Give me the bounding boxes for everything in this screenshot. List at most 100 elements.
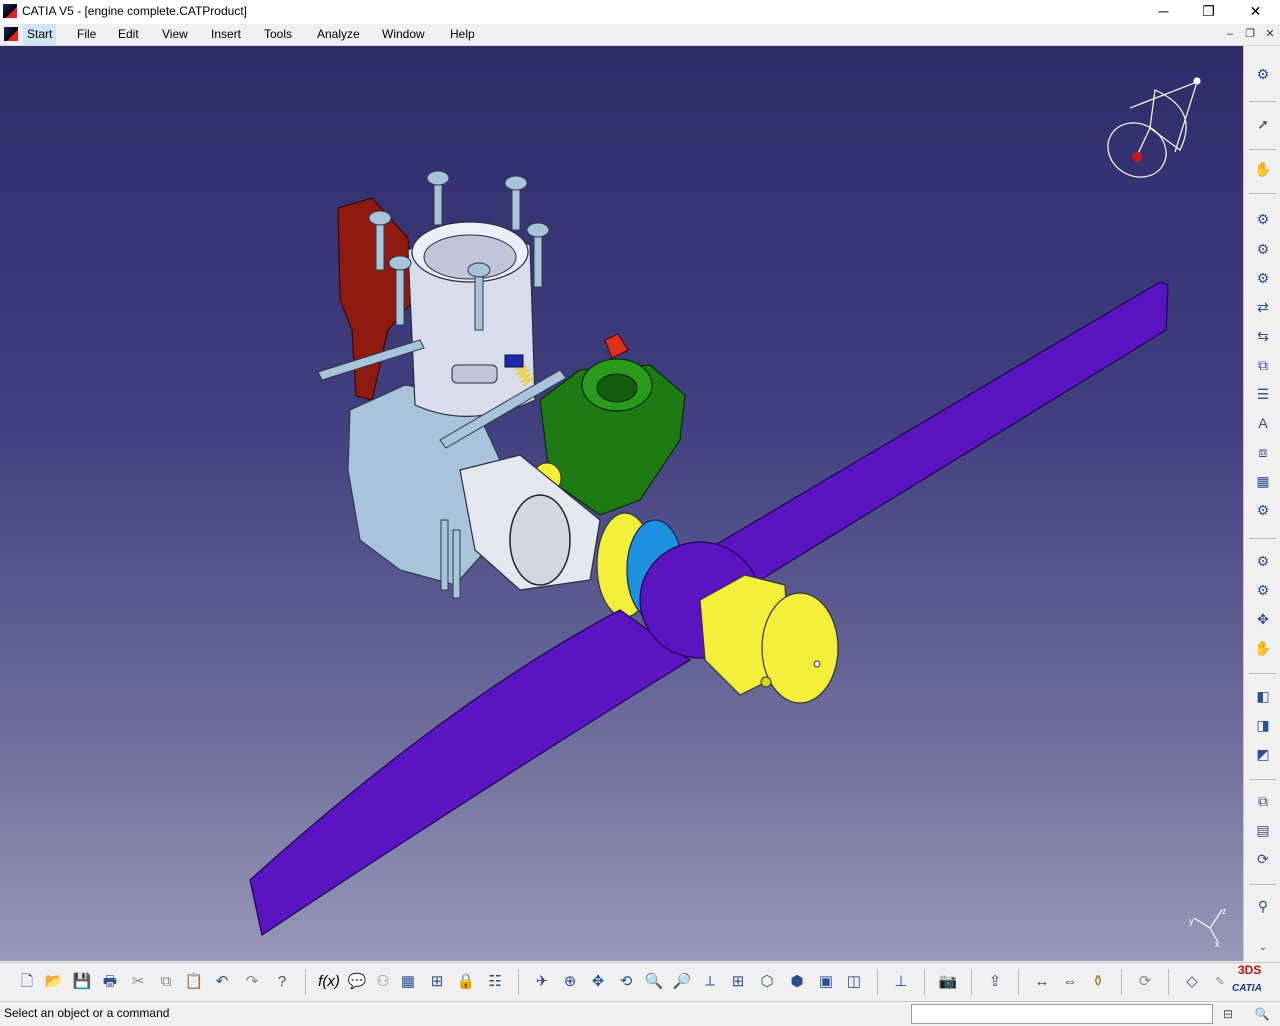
knowledge-icon[interactable]: ⚇ [372, 971, 394, 993]
lock-icon[interactable]: 🔒 [455, 971, 477, 993]
scene-icon[interactable]: ▦ [1253, 471, 1273, 491]
swap-visible-icon[interactable]: ◫ [843, 971, 865, 993]
menu-help[interactable]: Help [446, 24, 479, 45]
measure-icon[interactable]: ⚲ [1253, 896, 1273, 916]
stop-manip-icon[interactable]: ✋ [1253, 638, 1273, 658]
multi-instantiation-icon[interactable]: ⧉ [1253, 355, 1273, 375]
explode-icon[interactable]: ✥ [1253, 609, 1273, 629]
graph-tree-icon[interactable]: ⇆ [1253, 326, 1273, 346]
command-search-button[interactable]: 🔍 [1252, 1005, 1272, 1023]
copy-icon[interactable]: ⧉ [155, 971, 177, 993]
doc-minimize-button[interactable]: – [1222, 27, 1238, 41]
rotate-icon[interactable]: ⟲ [615, 971, 637, 993]
new-component-icon[interactable]: ⚙ [1253, 209, 1273, 229]
analysis-icon[interactable]: ⊥ [890, 971, 912, 993]
reuse-pattern-icon[interactable]: ⧉ [1253, 791, 1273, 811]
shading-icon[interactable]: ⬢ [786, 971, 808, 993]
constraint-offset-icon[interactable]: ◩ [1253, 744, 1273, 764]
restore-button[interactable]: ❐ [1186, 0, 1231, 24]
update-icon[interactable]: ⟳ [1253, 849, 1273, 869]
multi-view-icon[interactable]: ⊞ [727, 971, 749, 993]
apply-material-icon[interactable]: ◇ [1181, 971, 1203, 993]
undo-icon[interactable]: ↶ [211, 971, 233, 993]
normal-view-icon[interactable]: ⟂ [699, 971, 721, 993]
constraint-coincidence-icon[interactable]: ◧ [1253, 686, 1273, 706]
catalog-icon[interactable]: ▤ [1253, 820, 1273, 840]
bottom-toolbar: 🗋 📂 💾 🖶 ✂ ⧉ 📋 ↶ ↷ ? f(x) 💬 ⚇ ▦ ⊞ 🔒 ☷ ✈ ⊕… [0, 962, 1280, 1001]
print-icon[interactable]: 🖶 [99, 971, 121, 993]
menu-view[interactable]: View [158, 24, 192, 45]
toolbar-overflow-chevron-icon[interactable]: ⌄ [1253, 938, 1273, 958]
3d-viewport[interactable]: z y x [0, 46, 1243, 961]
fit-all-icon[interactable]: ⊕ [559, 971, 581, 993]
title-bar: CATIA V5 - [engine complete.CATProduct] … [0, 0, 1280, 24]
reorder-icon[interactable]: ☰ [1253, 384, 1273, 404]
axis-triad: z y x [1189, 906, 1227, 949]
menu-bar: Start File Edit View Insert Tools Analyz… [0, 24, 1280, 46]
constraint-contact-icon[interactable]: ◨ [1253, 715, 1273, 735]
settings-gear-icon[interactable]: ⚙ [1253, 64, 1273, 84]
save-icon[interactable]: 💾 [71, 971, 93, 993]
replace-component-icon[interactable]: ⇄ [1253, 297, 1273, 317]
catia-app-icon[interactable] [3, 4, 17, 18]
compass-widget [1107, 77, 1201, 178]
capture-icon[interactable]: 📷 [937, 971, 959, 993]
spinner-cap [761, 592, 839, 704]
table-icon[interactable]: ▦ [397, 971, 419, 993]
open-icon[interactable]: 📂 [43, 971, 65, 993]
measure-inertia-icon[interactable]: ⚱ [1087, 971, 1109, 993]
measure-between-icon[interactable]: ↔ [1031, 971, 1053, 993]
whats-this-icon[interactable]: ? [271, 971, 293, 993]
paste-icon[interactable]: 📋 [183, 971, 205, 993]
sketch-icon[interactable]: ✎ [1209, 971, 1231, 993]
fly-mode-icon[interactable]: ✈ [531, 971, 553, 993]
design-table-icon[interactable]: ⊞ [426, 971, 448, 993]
zoom-out-icon[interactable]: 🔎 [671, 971, 693, 993]
update-all-icon[interactable]: ⟳ [1134, 971, 1156, 993]
menu-window[interactable]: Window [378, 24, 429, 45]
new-icon[interactable]: 🗋 [16, 971, 38, 993]
pan-icon[interactable]: ✥ [587, 971, 609, 993]
menu-tools[interactable]: Tools [260, 24, 296, 45]
hand-gear-icon[interactable]: ✋ [1253, 159, 1273, 179]
axis-x-label: x [1215, 939, 1220, 949]
right-toolbar: ⚙ ➚ ✋ ⚙ ⚙ ⚙ ⇄ ⇆ ⧉ ☰ A ⧈ ▦ ⚙ ⚙ ⚙ ✥ ✋ ◧ ◨ … [1243, 46, 1280, 961]
existing-component-icon[interactable]: ⚙ [1253, 268, 1273, 288]
formula-icon[interactable]: f(x) [318, 971, 340, 993]
new-part-icon[interactable]: ⚙ [1253, 239, 1273, 259]
snap-icon[interactable]: ⚙ [1253, 580, 1273, 600]
minimize-button[interactable]: ─ [1141, 0, 1186, 24]
menu-edit[interactable]: Edit [114, 24, 143, 45]
measure-item-icon[interactable]: ⇔ [1059, 971, 1081, 993]
select-arrow-icon[interactable]: ➚ [1253, 114, 1273, 134]
comment-icon[interactable]: 💬 [346, 971, 368, 993]
doc-close-button[interactable]: ✕ [1262, 27, 1278, 41]
menu-start[interactable]: Start [23, 24, 57, 45]
axis-y-label: y [1189, 916, 1194, 926]
redo-icon[interactable]: ↷ [241, 971, 263, 993]
command-history-button[interactable]: ⊟ [1218, 1005, 1238, 1023]
engine-assembly-render[interactable]: z y x [0, 46, 1243, 961]
menu-analyze[interactable]: Analyze [313, 24, 364, 45]
zoom-in-icon[interactable]: 🔍 [643, 971, 665, 993]
publish-icon[interactable]: ⇪ [984, 971, 1006, 993]
menu-insert[interactable]: Insert [207, 24, 245, 45]
assembly-features-icon[interactable]: ⚙ [1253, 500, 1273, 520]
catia-3ds-logo: 3DS [1238, 963, 1262, 977]
cut-icon[interactable]: ✂ [127, 971, 149, 993]
iso-view-icon[interactable]: ⬡ [756, 971, 778, 993]
doc-restore-button[interactable]: ❐ [1242, 27, 1258, 41]
window-title: CATIA V5 - [engine complete.CATProduct] [22, 4, 247, 18]
propeller-blade-left [249, 609, 692, 936]
close-button[interactable]: ✕ [1233, 0, 1278, 24]
hide-show-icon[interactable]: ▣ [815, 971, 837, 993]
catia-logo: CATIA [1232, 983, 1262, 994]
text-annotation-icon[interactable]: A [1253, 413, 1273, 433]
manipulation-icon[interactable]: ⚙ [1253, 551, 1273, 571]
fast-multi-instance-icon[interactable]: ⧈ [1253, 442, 1273, 462]
parameter-list-icon[interactable]: ☷ [484, 971, 506, 993]
document-icon[interactable] [4, 27, 18, 41]
command-input[interactable] [911, 1004, 1213, 1024]
axis-z-label: z [1222, 906, 1227, 916]
menu-file[interactable]: File [73, 24, 100, 45]
